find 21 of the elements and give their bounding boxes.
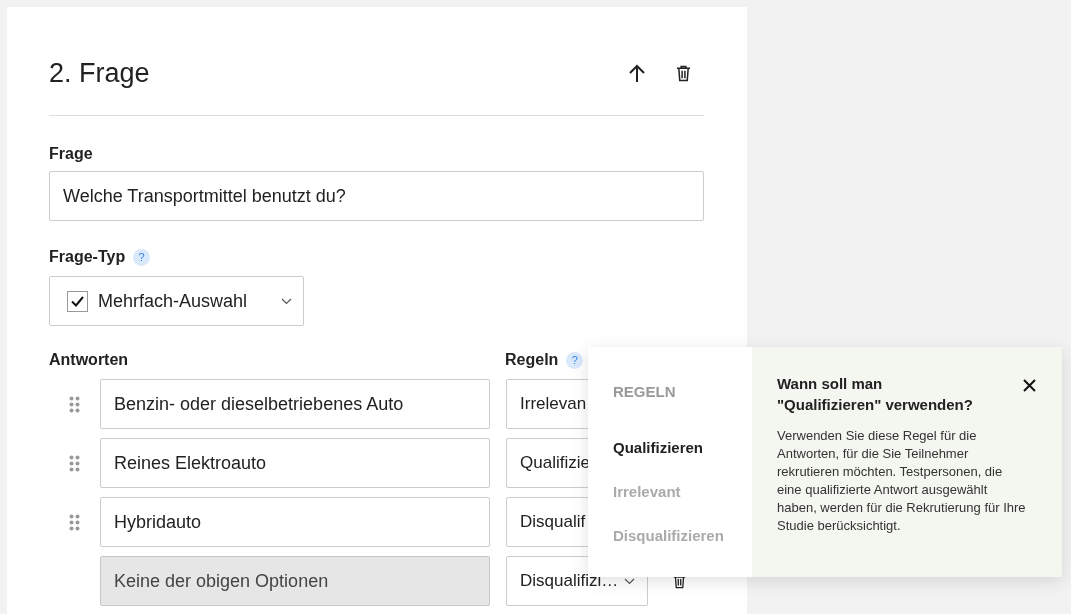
type-select[interactable]: Mehrfach-Auswahl	[49, 276, 304, 326]
trash-icon[interactable]	[676, 64, 691, 82]
answer-input[interactable]: Benzin- oder dieselbetriebenes Auto	[100, 379, 490, 429]
answer-input[interactable]: Reines Elektroauto	[100, 438, 490, 488]
field-label: Frage-Typ	[49, 247, 126, 267]
field-label: Frage	[49, 144, 94, 164]
question-title: 2. Frage	[49, 57, 150, 89]
help-title: Wann soll man "Qualifizieren" verwenden?	[777, 374, 973, 415]
arrow-up-icon[interactable]	[628, 63, 646, 83]
help-text: Verwenden Sie diese Regel für die Antworten, für die Sie Teilnehmer rekrutieren möchten. Testpersonen, die eine qualifizierte Antwort ausgewählt haben, werden für die Rekrutierung für Ihre Studie berücksichtigt.	[777, 427, 1027, 535]
drag-handle-icon[interactable]	[69, 395, 80, 413]
field-label: Regeln	[505, 350, 559, 370]
check-icon	[71, 295, 84, 307]
question-input[interactable]: Welche Transportmittel benutzt du?	[49, 171, 704, 221]
drag-handle-icon[interactable]	[69, 513, 80, 531]
answer-input[interactable]: Hybridauto	[100, 497, 490, 547]
drag-handle-icon[interactable]	[69, 454, 80, 472]
field-label: Antworten	[49, 350, 130, 370]
close-icon[interactable]	[1023, 379, 1036, 392]
chevron-down-icon	[281, 297, 292, 305]
chevron-down-icon	[624, 577, 635, 585]
